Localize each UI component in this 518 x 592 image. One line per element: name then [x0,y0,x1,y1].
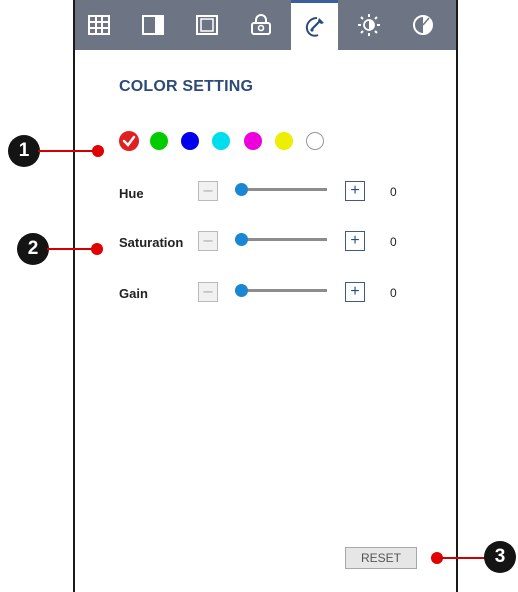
saturation-slider-handle[interactable] [235,233,248,246]
gain-value: 0 [390,286,397,300]
swatch-blue[interactable] [181,132,199,150]
swatch-green[interactable] [150,132,168,150]
swatch-cyan[interactable] [212,132,230,150]
tab-frame[interactable] [183,0,230,50]
tab-lock[interactable] [237,0,284,50]
hue-slider-handle[interactable] [235,183,248,196]
color-setting-panel: COLOR SETTING Hue – + 0 Saturation – + 0… [73,0,458,592]
split-panel-icon [141,15,164,35]
tab-split-panel[interactable] [129,0,176,50]
gain-increase-button[interactable]: + [345,282,365,302]
callout-badge-2: 2 [17,233,49,265]
callout-dot-2 [91,243,103,255]
swatch-red-selected[interactable] [119,131,139,151]
gain-label: Gain [119,286,148,301]
swatch-magenta[interactable] [244,132,262,150]
saturation-decrease-button[interactable]: – [198,231,218,251]
color-picker-icon [305,16,324,37]
gain-slider-track[interactable] [235,289,327,292]
gain-slider-handle[interactable] [235,284,248,297]
saturation-increase-button[interactable]: + [345,231,365,251]
saturation-label: Saturation [119,235,184,250]
hue-label: Hue [119,186,144,201]
callout-dot-1 [92,145,104,157]
tab-bar [75,0,456,50]
callout-line-2 [47,248,95,250]
saturation-slider-track[interactable] [235,238,327,241]
callout-line-1 [38,150,96,152]
callout-badge-1: 1 [8,135,40,167]
swatch-yellow[interactable] [275,132,293,150]
hue-slider-track[interactable] [235,188,327,191]
hue-value: 0 [390,185,397,199]
tab-contrast[interactable] [399,0,446,50]
grid-icon [87,15,110,35]
hue-decrease-button[interactable]: – [198,181,218,201]
lock-icon [250,14,271,35]
tab-color[interactable] [291,0,338,50]
callout-line-3 [438,557,490,559]
callout-badge-3: 3 [484,541,516,573]
saturation-value: 0 [390,235,397,249]
checkmark-icon [122,135,136,147]
reset-button[interactable]: RESET [345,547,417,569]
tab-grid[interactable] [75,0,122,50]
contrast-icon [412,15,433,35]
brightness-icon [357,14,380,36]
gain-decrease-button[interactable]: – [198,282,218,302]
frame-icon [195,15,218,35]
hue-increase-button[interactable]: + [345,181,365,201]
tab-brightness[interactable] [345,0,392,50]
swatch-white[interactable] [306,132,324,150]
page-title: COLOR SETTING [119,78,254,95]
